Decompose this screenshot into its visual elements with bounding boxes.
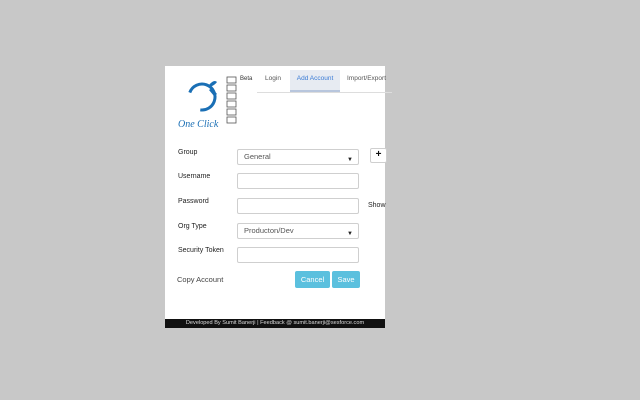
copy-account-link[interactable]: Copy Account [177, 275, 223, 284]
extension-popup: One Click Beta Login Add Account Import/… [165, 66, 392, 328]
add-group-button[interactable]: + [370, 148, 387, 163]
one-click-logo: One Click [178, 76, 237, 130]
tab-bar: Login Add Account Import/Export [257, 70, 392, 93]
security-token-field[interactable] [237, 247, 359, 263]
password-label: Password [178, 198, 209, 205]
username-field[interactable] [237, 173, 359, 189]
cancel-button[interactable]: Cancel [295, 271, 330, 288]
group-select[interactable]: General ▼ [237, 149, 359, 165]
chevron-down-icon: ▼ [347, 157, 353, 163]
tab-add-account[interactable]: Add Account [290, 70, 340, 92]
group-select-value: General [244, 152, 271, 161]
username-label: Username [178, 173, 211, 180]
group-label: Group [178, 149, 198, 156]
beta-label: Beta [240, 76, 253, 82]
org-type-select[interactable]: Producton/Dev ▼ [237, 223, 359, 239]
chevron-down-icon: ▼ [347, 231, 353, 237]
tab-import-export[interactable]: Import/Export [341, 70, 392, 92]
password-field[interactable] [237, 198, 359, 214]
tab-login[interactable]: Login [257, 70, 289, 92]
security-token-label: Security Token [178, 247, 224, 254]
footer-credits: Developed By Sumit Banerji | Feedback @ … [165, 319, 385, 328]
org-type-select-value: Producton/Dev [244, 226, 294, 235]
logo-text: One Click [178, 119, 219, 130]
save-button[interactable]: Save [332, 271, 360, 288]
show-password-link[interactable]: Show [368, 202, 386, 209]
org-type-label: Org Type [178, 223, 207, 230]
